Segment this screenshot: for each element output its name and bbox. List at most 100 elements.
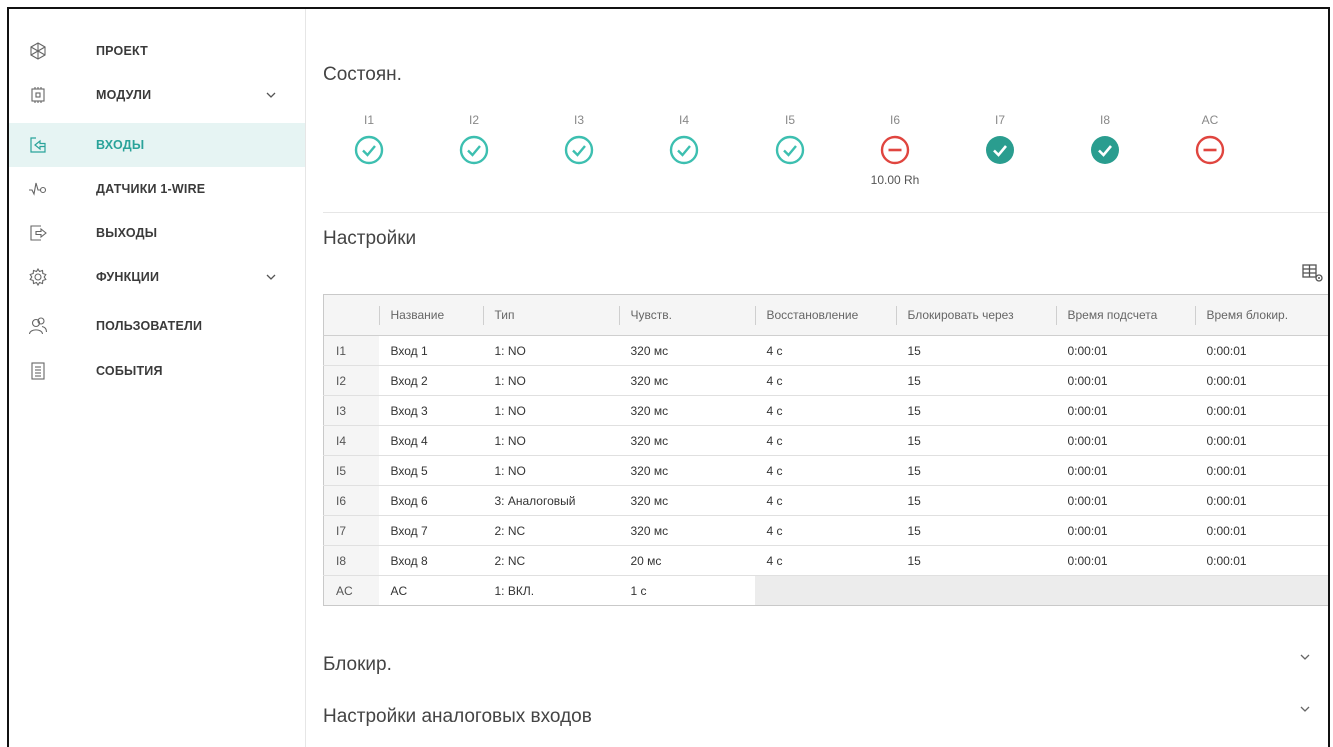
table-cell[interactable]: Вход 6 bbox=[378, 485, 483, 516]
table-cell[interactable]: 320 мс bbox=[618, 515, 755, 546]
table-cell[interactable]: 15 bbox=[895, 455, 1056, 486]
table-cell[interactable]: 1: ВКЛ. bbox=[483, 576, 619, 606]
table-cell[interactable]: 0:00:01 bbox=[1055, 365, 1195, 396]
table-cell[interactable]: 15 bbox=[895, 335, 1056, 366]
table-cell[interactable]: 4 с bbox=[754, 455, 896, 486]
column-header[interactable]: Блокировать через bbox=[895, 294, 1056, 336]
table-cell[interactable]: 0:00:01 bbox=[1194, 365, 1328, 396]
sidebar-item-functions[interactable]: ФУНКЦИИ bbox=[9, 255, 305, 299]
table-cell[interactable]: 0:00:01 bbox=[1194, 425, 1328, 456]
table-cell[interactable]: 320 мс bbox=[618, 425, 755, 456]
sidebar-item-inputs[interactable]: ВХОДЫ bbox=[9, 123, 305, 167]
table-cell[interactable]: Вход 2 bbox=[378, 365, 483, 396]
table-cell[interactable]: 3: Аналоговый bbox=[482, 485, 619, 516]
table-cell[interactable]: 1: NO bbox=[482, 455, 619, 486]
table-cell[interactable]: 0:00:01 bbox=[1055, 515, 1195, 546]
table-cell[interactable]: 15 bbox=[895, 395, 1056, 426]
table-cell[interactable]: 320 мс bbox=[618, 365, 755, 396]
row-index-cell: I7 bbox=[323, 515, 379, 546]
table-cell[interactable]: 4 с bbox=[754, 365, 896, 396]
chevron-down-icon[interactable] bbox=[1298, 702, 1312, 716]
table-cell[interactable]: 0:00:01 bbox=[1194, 485, 1328, 516]
table-row[interactable]: I7 Вход 7 2: NC 320 мс 4 с 15 0:00:01 0:00:01 bbox=[323, 515, 1328, 546]
table-cell[interactable]: 0:00:01 bbox=[1055, 335, 1195, 366]
table-settings-icon[interactable] bbox=[1302, 263, 1324, 283]
chevron-down-icon[interactable] bbox=[265, 271, 277, 283]
table-row[interactable]: I6 Вход 6 3: Аналоговый 320 мс 4 с 15 0:00:01 0… bbox=[323, 485, 1328, 516]
sidebar-item-project[interactable]: ПРОЕКТ bbox=[9, 29, 305, 73]
table-cell[interactable]: 1: NO bbox=[482, 425, 619, 456]
table-cell[interactable]: 320 мс bbox=[618, 395, 755, 426]
table-cell[interactable]: 0:00:01 bbox=[1055, 395, 1195, 426]
table-cell[interactable]: Вход 3 bbox=[378, 395, 483, 426]
table-cell[interactable]: 15 bbox=[895, 485, 1056, 516]
table-cell[interactable]: 0:00:01 bbox=[1194, 395, 1328, 426]
table-cell[interactable]: 0:00:01 bbox=[1055, 455, 1195, 486]
table-cell[interactable]: 4 с bbox=[754, 515, 896, 546]
collapsible-section-analog-inputs[interactable]: Настройки аналоговых входов bbox=[323, 698, 1328, 738]
table-cell[interactable]: Вход 1 bbox=[378, 335, 483, 366]
table-cell[interactable]: 2: NC bbox=[482, 545, 619, 576]
check-circle-filled-icon bbox=[986, 136, 1014, 164]
table-cell[interactable]: 320 мс bbox=[618, 485, 755, 516]
table-cell[interactable]: 15 bbox=[895, 515, 1056, 546]
table-cell[interactable]: 0:00:01 bbox=[1055, 485, 1195, 516]
table-cell[interactable] bbox=[1055, 575, 1195, 606]
sidebar-item-events[interactable]: СОБЫТИЯ bbox=[9, 349, 305, 393]
table-cell[interactable]: 0:00:01 bbox=[1194, 335, 1328, 366]
table-row[interactable]: I4 Вход 4 1: NO 320 мс 4 с 15 0:00:01 0:00:01 bbox=[323, 425, 1328, 456]
table-cell[interactable]: 4 с bbox=[754, 395, 896, 426]
table-row[interactable]: I3 Вход 3 1: NO 320 мс 4 с 15 0:00:01 0:00:01 bbox=[323, 395, 1328, 426]
sidebar-item-1wire-sensors[interactable]: ДАТЧИКИ 1-WIRE bbox=[9, 167, 305, 211]
column-header[interactable]: Тип bbox=[482, 294, 619, 336]
row-index-cell: I6 bbox=[323, 485, 379, 516]
table-cell[interactable]: 320 мс bbox=[618, 455, 755, 486]
column-header[interactable]: Название bbox=[378, 294, 483, 336]
table-row[interactable]: I5 Вход 5 1: NO 320 мс 4 с 15 0:00:01 0:00:01 bbox=[323, 455, 1328, 486]
chevron-down-icon[interactable] bbox=[265, 89, 277, 101]
table-cell[interactable]: 1 с bbox=[619, 576, 755, 606]
table-cell[interactable]: 4 с bbox=[754, 545, 896, 576]
table-cell[interactable]: Вход 7 bbox=[378, 515, 483, 546]
table-cell[interactable]: 0:00:01 bbox=[1055, 545, 1195, 576]
table-cell[interactable]: AC bbox=[379, 576, 483, 606]
table-row[interactable]: I2 Вход 2 1: NO 320 мс 4 с 15 0:00:01 0:00:01 bbox=[323, 365, 1328, 396]
sidebar-item-outputs[interactable]: ВЫХОДЫ bbox=[9, 211, 305, 255]
table-cell[interactable]: 2: NC bbox=[482, 515, 619, 546]
table-cell[interactable] bbox=[1194, 575, 1328, 606]
table-row[interactable]: I8 Вход 8 2: NC 20 мс 4 с 15 0:00:01 0:00:01 bbox=[323, 545, 1328, 576]
table-row[interactable]: I1 Вход 1 1: NO 320 мс 4 с 15 0:00:01 0:00:01 bbox=[323, 335, 1328, 366]
table-cell[interactable]: 4 с bbox=[754, 425, 896, 456]
column-header[interactable]: Чувств. bbox=[618, 294, 755, 336]
column-header[interactable]: Время подсчета bbox=[1055, 294, 1195, 336]
table-cell[interactable]: 0:00:01 bbox=[1194, 515, 1328, 546]
table-cell[interactable]: 15 bbox=[895, 425, 1056, 456]
chevron-down-icon[interactable] bbox=[1298, 650, 1312, 664]
table-cell[interactable]: Вход 8 bbox=[378, 545, 483, 576]
table-cell[interactable]: 0:00:01 bbox=[1194, 455, 1328, 486]
table-cell[interactable]: 1: NO bbox=[482, 365, 619, 396]
table-cell[interactable]: 4 с bbox=[754, 485, 896, 516]
table-cell[interactable] bbox=[895, 575, 1056, 606]
table-cell[interactable]: 0:00:01 bbox=[1194, 545, 1328, 576]
table-cell[interactable]: 15 bbox=[895, 545, 1056, 576]
sidebar-item-modules[interactable]: МОДУЛИ bbox=[9, 73, 305, 117]
table-cell[interactable]: 320 мс bbox=[618, 335, 755, 366]
collapsible-section-blocking[interactable]: Блокир. bbox=[323, 646, 1328, 686]
table-cell[interactable]: 1: NO bbox=[482, 395, 619, 426]
table-cell[interactable]: 15 bbox=[895, 365, 1056, 396]
table-cell[interactable]: 1: NO bbox=[482, 335, 619, 366]
sidebar-item-users[interactable]: ПОЛЬЗОВАТЕЛИ bbox=[9, 304, 305, 348]
column-header[interactable]: Время блокир. bbox=[1194, 294, 1328, 336]
table-cell[interactable]: Вход 4 bbox=[378, 425, 483, 456]
users-icon bbox=[28, 317, 48, 335]
table-row[interactable]: AC AC 1: ВКЛ. 1 с bbox=[323, 575, 1328, 606]
table-cell[interactable] bbox=[754, 575, 896, 606]
table-cell[interactable]: Вход 5 bbox=[378, 455, 483, 486]
table-cell[interactable]: 0:00:01 bbox=[1055, 425, 1195, 456]
table-cell[interactable]: 4 с bbox=[754, 335, 896, 366]
gear-icon bbox=[29, 267, 47, 287]
row-index-cell: AC bbox=[323, 575, 379, 606]
table-cell[interactable]: 20 мс bbox=[618, 545, 755, 576]
column-header[interactable]: Восстановление bbox=[754, 294, 896, 336]
